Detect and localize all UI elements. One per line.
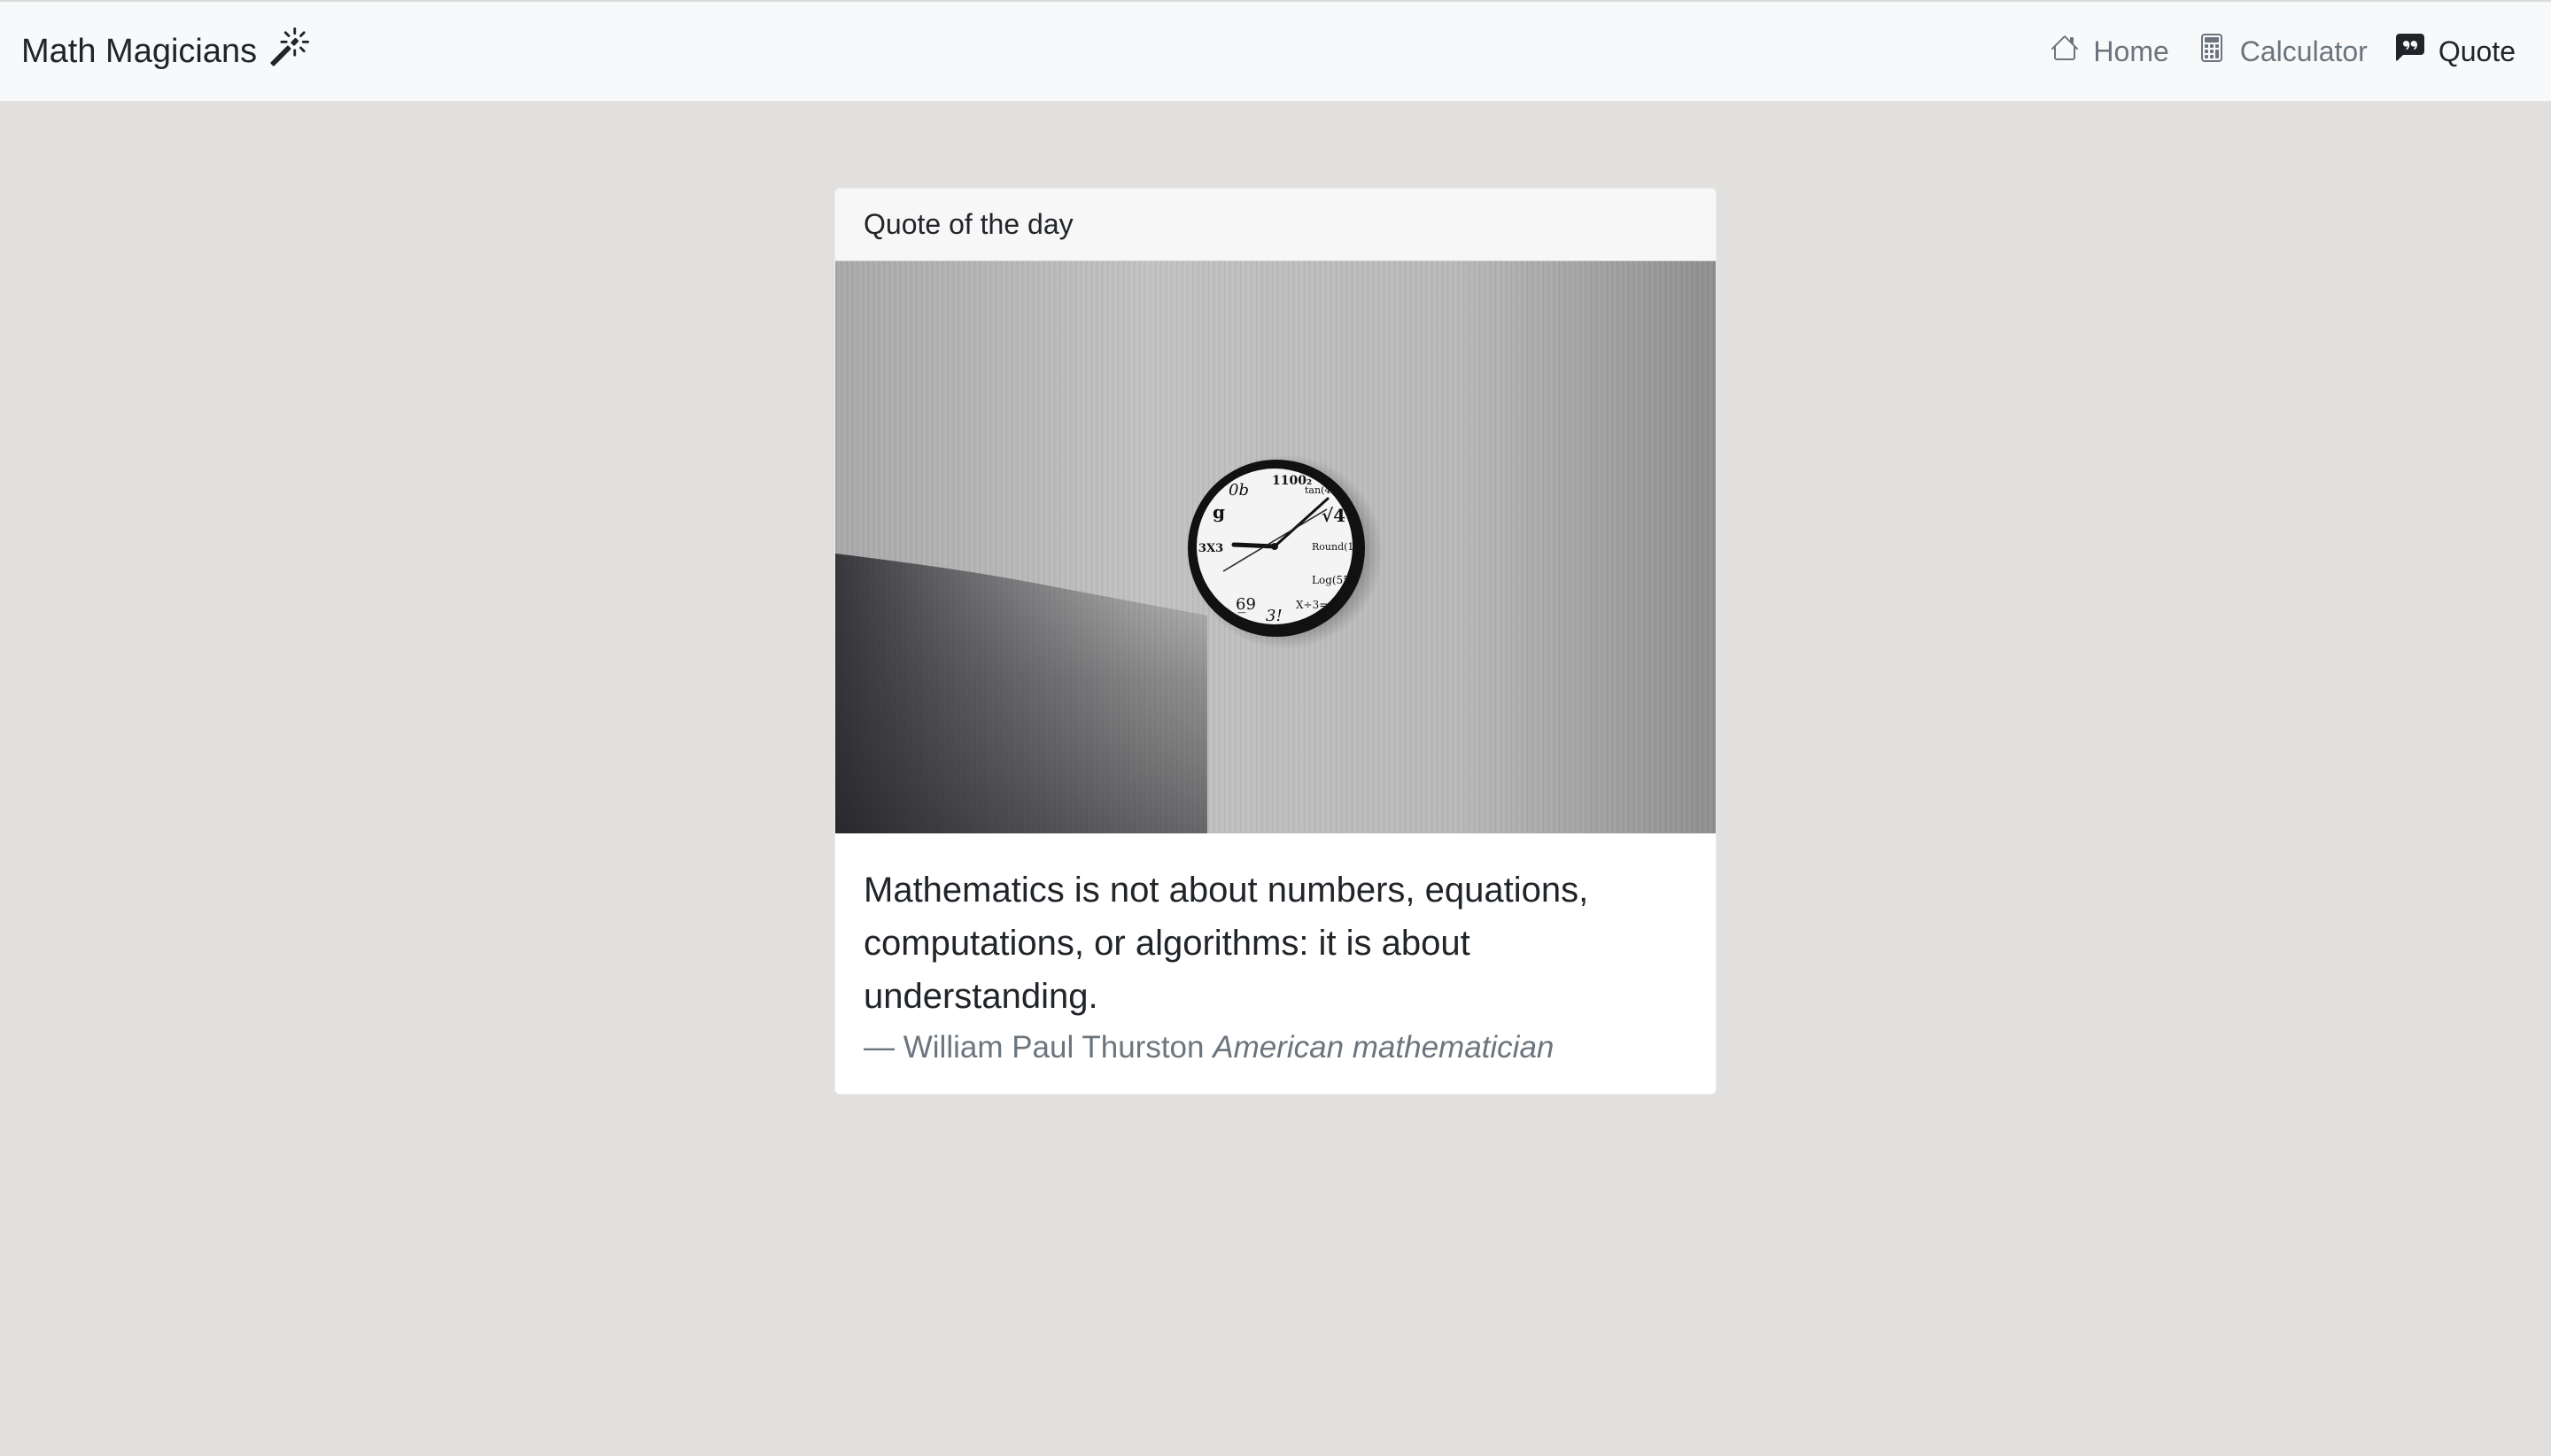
attribution-dash: — (864, 1030, 895, 1065)
quote-text: Mathematics is not about numbers, equati… (864, 871, 1589, 1016)
svg-text:Log(55): Log(55) (1312, 574, 1354, 586)
svg-text:3X3: 3X3 (1198, 542, 1223, 555)
svg-text:0b: 0b (1229, 481, 1249, 500)
svg-text:3!: 3! (1266, 607, 1283, 625)
svg-text:6̲9: 6̲9 (1236, 595, 1256, 614)
svg-text:X÷3=4: X÷3=4 (1296, 599, 1335, 611)
quote-author: William Paul Thurston (903, 1030, 1205, 1065)
calculator-icon (2198, 34, 2226, 69)
quote-author-role: American mathematician (1213, 1030, 1555, 1065)
brand-title: Math Magicians (21, 32, 258, 70)
nav-home-label: Home (2093, 35, 2169, 67)
quote-bubble-icon (2395, 34, 2424, 69)
brand-link[interactable]: Math Magicians (21, 27, 310, 76)
nav-calculator-label: Calculator (2239, 35, 2368, 67)
card-body: Mathematics is not about numbers, equati… (835, 833, 1716, 1073)
svg-text:Round(11): Round(11) (1312, 541, 1364, 553)
magic-wand-icon (269, 27, 310, 76)
math-clock-image: 1100₂ tan(45) √4 Round(11) Log(55) X÷3=4… (835, 261, 1716, 833)
quote-card: Quote of the day 1100₂ tan(45) √4 Round(… (834, 188, 1717, 1095)
svg-text:g: g (1213, 501, 1225, 523)
nav-links: Home Calculator Quote (2036, 2, 2530, 101)
navbar: Math Magicians Home Calculator Quote (0, 0, 2551, 101)
nav-quote-link[interactable]: Quote (2382, 34, 2530, 69)
svg-text:√4: √4 (1322, 505, 1345, 526)
house-icon (2051, 34, 2079, 69)
nav-quote-label: Quote (2438, 35, 2516, 67)
quote-attribution: — William Paul Thurston American mathema… (864, 1023, 1687, 1073)
card-header: Quote of the day (835, 189, 1716, 261)
nav-calculator-link[interactable]: Calculator (2183, 34, 2382, 69)
nav-home-link[interactable]: Home (2036, 34, 2183, 69)
svg-text:tan(45): tan(45) (1305, 484, 1341, 496)
